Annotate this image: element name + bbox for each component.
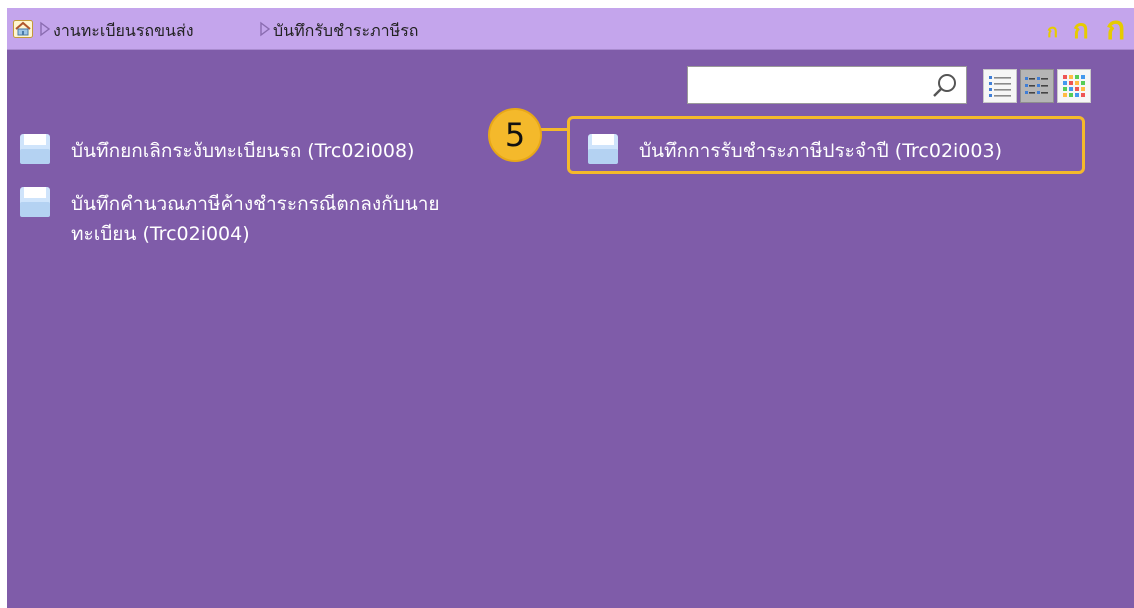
menu-item-label-line1: บันทึกคำนวณภาษีค้างชำระกรณีตกลงกับนาย (71, 193, 440, 215)
menu-item-label-line2: ทะเบียน (Trc02i004) (71, 223, 250, 245)
home-icon[interactable] (13, 20, 33, 38)
detail-view-icon (1025, 77, 1048, 94)
breadcrumb-item-tax-payment[interactable]: บันทึกรับชำระภาษีรถ (273, 19, 418, 44)
font-size-small-button[interactable]: ก (1047, 23, 1058, 41)
floppy-disk-icon (20, 187, 50, 217)
tile-view-button[interactable] (1057, 69, 1091, 103)
search-box (687, 66, 967, 104)
font-size-medium-button[interactable]: ก (1073, 17, 1089, 43)
magnifier-icon[interactable] (932, 73, 958, 99)
tile-view-icon (1063, 75, 1085, 97)
breadcrumb: งานทะเบียนรถขนส่ง บันทึกรับชำระภาษีรถ ก … (7, 8, 1134, 50)
highlight-box (567, 116, 1085, 174)
search-input[interactable] (694, 71, 918, 101)
list-view-button[interactable] (983, 69, 1017, 103)
callout-connector (539, 128, 569, 131)
font-size-large-button[interactable]: ก (1106, 12, 1125, 44)
breadcrumb-item-transport-registration[interactable]: งานทะเบียนรถขนส่ง (53, 19, 194, 44)
step-number-badge: 5 (488, 108, 542, 162)
breadcrumb-separator-icon (40, 21, 51, 37)
floppy-disk-icon (20, 134, 50, 164)
list-view-icon (989, 76, 1011, 97)
menu-item-trc02i008[interactable]: บันทึกยกเลิกระงับทะเบียนรถ (Trc02i008) (19, 133, 489, 167)
menu-item-trc02i004[interactable]: บันทึกคำนวณภาษีค้างชำระกรณีตกลงกับนาย ทะ… (19, 186, 539, 248)
app-frame: งานทะเบียนรถขนส่ง บันทึกรับชำระภาษีรถ ก … (7, 8, 1134, 608)
menu-item-label: บันทึกยกเลิกระงับทะเบียนรถ (Trc02i008) (71, 140, 415, 162)
breadcrumb-separator-icon (260, 21, 271, 37)
detail-view-button[interactable] (1020, 69, 1054, 103)
